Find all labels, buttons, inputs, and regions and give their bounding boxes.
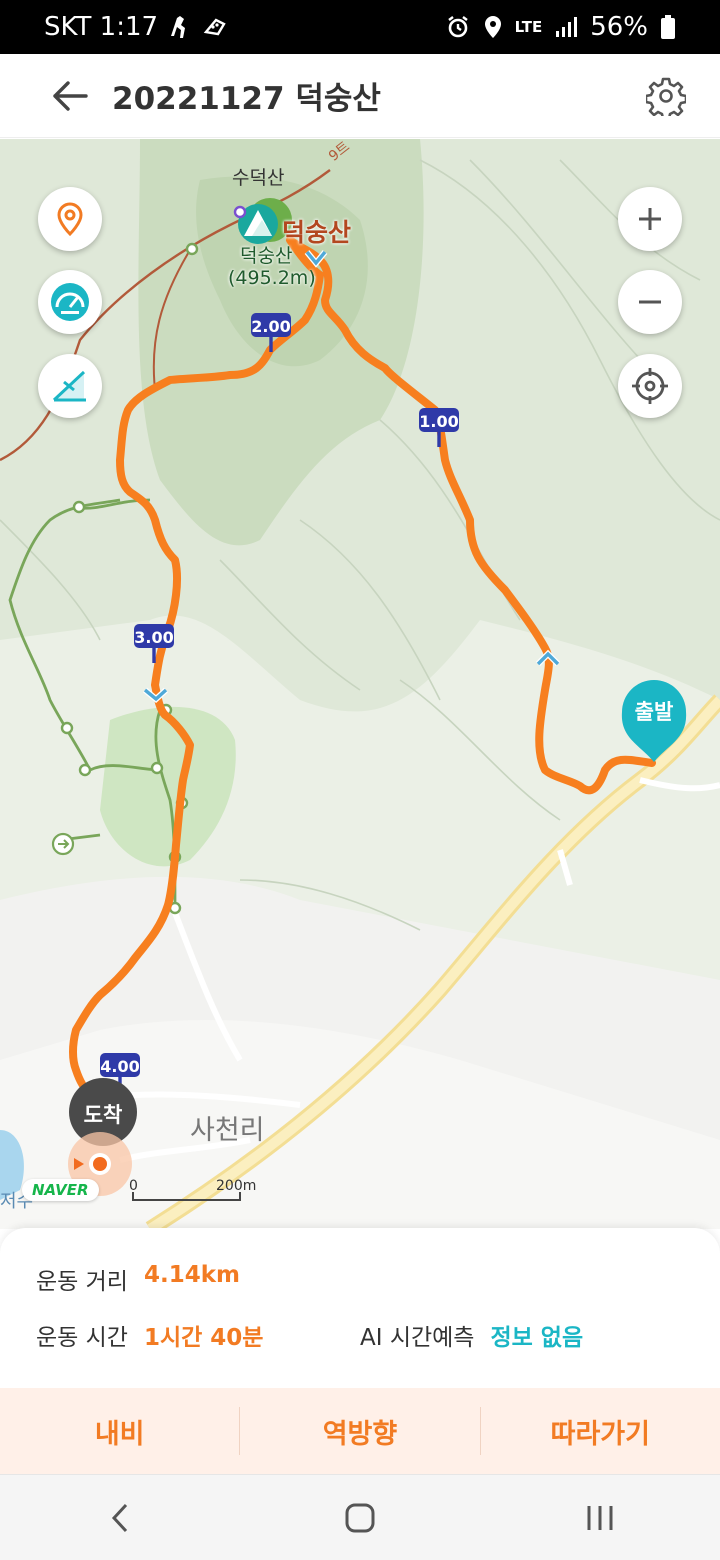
elevation-icon [52,370,86,402]
peak-height-label: (495.2m) [228,267,316,289]
naver-logo: NAVER [22,1179,99,1201]
time-value: 1시간 40분 [143,1325,264,1351]
battery-text: 56% [590,12,648,42]
ai-label: AI 시간예측 [360,1325,475,1351]
map-label-sudeoksan: 수덕산 [232,167,285,189]
peak-sub-label: 덕숭산 [240,245,293,267]
location-pin-button[interactable] [38,187,102,251]
chevron-left-icon [111,1503,128,1532]
action-bar: 내비 역방향 따라가기 [0,1388,720,1474]
minus-icon [639,300,661,304]
map-view[interactable]: 수덕산 9트 덕숭산 덕숭산 (495.2m) 사천리 저수 2.00 1.00… [0,139,720,1229]
workout-summary: 운동 거리 4.14km 운동 시간 1시간 40분 AI 시간예측 정보 없음 [0,1228,720,1388]
shoe-icon [202,14,228,40]
distance-label: 운동 거리 [36,1269,128,1295]
system-nav-bar [0,1474,720,1560]
home-square-icon [345,1503,375,1532]
battery-icon [660,14,676,40]
page-title: 20221127 덕숭산 [112,81,381,117]
hiking-icon [168,14,192,40]
plus-icon [639,208,661,230]
km-marker-1: 1.00 [419,412,459,431]
back-button[interactable] [50,76,90,116]
start-label[interactable]: 출발 [622,696,686,726]
alarm-icon [445,14,471,40]
scale-zero: 0 [129,1178,138,1194]
speedometer-button[interactable] [38,270,102,334]
navi-button[interactable]: 내비 [0,1412,239,1451]
status-bar: SKT 1:17 LTE 56% [0,0,720,54]
system-recents-button[interactable] [570,1488,630,1548]
recenter-button[interactable] [618,354,682,418]
location-pin-icon [57,202,83,236]
scale-distance: 200m [216,1178,257,1194]
recents-icon [587,1505,613,1530]
signal-icon [554,15,578,39]
km-marker-4: 4.00 [100,1057,140,1076]
zoom-in-button[interactable] [618,187,682,251]
app-header: 20221127 덕숭산 [0,54,720,138]
speedometer-icon [51,283,89,321]
end-label[interactable]: 도착 [69,1099,137,1129]
settings-button[interactable] [644,76,688,121]
entry-arrow-icon [51,832,75,856]
lte-label: LTE [514,18,543,36]
distance-value: 4.14km [143,1262,240,1288]
follow-button[interactable]: 따라가기 [481,1412,720,1451]
crosshair-icon [632,368,668,404]
km-marker-3: 3.00 [134,628,174,647]
location-icon [483,14,503,40]
zoom-out-button[interactable] [618,270,682,334]
carrier-time: SKT 1:17 [44,12,159,42]
time-label: 운동 시간 [36,1325,128,1351]
reverse-button[interactable]: 역방향 [240,1412,479,1451]
distance-row: 운동 거리 4.14km [36,1262,240,1296]
system-home-button[interactable] [330,1488,390,1548]
ai-value: 정보 없음 [490,1325,584,1351]
time-row: 운동 시간 1시간 40분 [36,1318,263,1352]
km-marker-2: 2.00 [251,317,291,336]
village-label: 사천리 [190,1115,265,1146]
gear-icon [644,77,688,121]
arrow-left-icon [53,80,88,111]
ai-prediction-row: AI 시간예측 정보 없음 [360,1318,583,1352]
elevation-button[interactable] [38,354,102,418]
system-back-button[interactable] [90,1488,150,1548]
